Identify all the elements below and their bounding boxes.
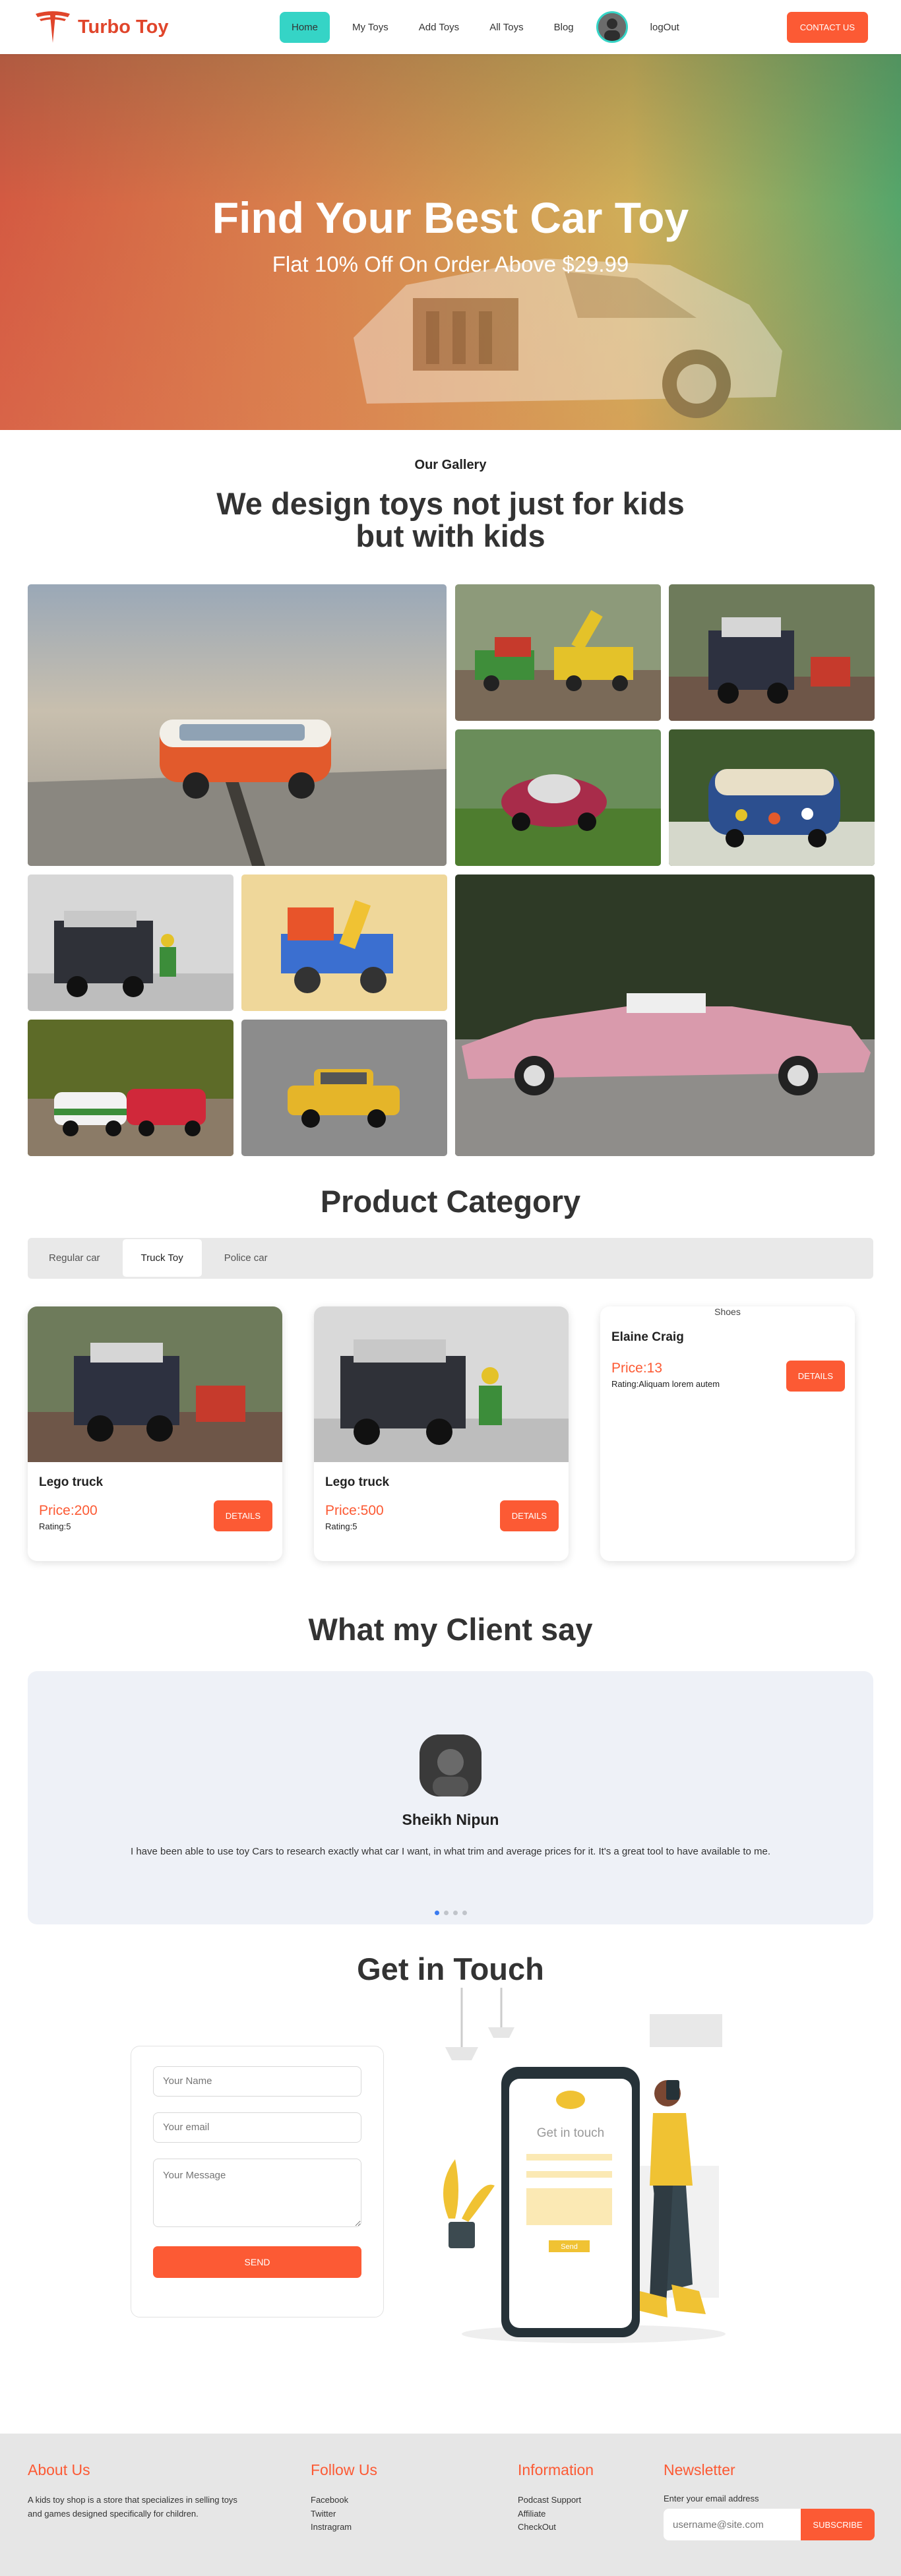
newsletter-label: Enter your email address — [664, 2494, 759, 2503]
phone-send: Send — [561, 2243, 578, 2251]
details-button[interactable]: DETAILS — [786, 1360, 845, 1392]
user-photo-icon — [598, 13, 626, 41]
category-tabs: Regular car Truck Toy Police car — [28, 1237, 873, 1279]
tesla-logo-icon — [36, 11, 70, 43]
slider-dot[interactable] — [434, 1910, 439, 1915]
nav-all-toys[interactable]: All Toys — [482, 13, 531, 42]
gallery-image-vw-bus — [28, 584, 447, 866]
gallery-image-construction-trucks — [455, 584, 661, 721]
hero-banner: Find Your Best Car Toy Flat 10% Off On O… — [0, 54, 901, 430]
details-button[interactable]: DETAILS — [213, 1500, 272, 1531]
broken-image-alt: Shoes — [714, 1306, 741, 1317]
gallery-image-tow-truck — [28, 874, 233, 1011]
nav-my-toys[interactable]: My Toys — [344, 13, 396, 42]
footer-link-instagram[interactable]: Instragram — [311, 2521, 377, 2534]
gallery-section: Our Gallery We design toys not just for … — [0, 430, 901, 1158]
newsletter-title: Newsletter — [664, 2461, 735, 2478]
product-category-section: Product Category Regular car Truck Toy P… — [0, 1183, 901, 1561]
product-card: Lego truck Price:500 Rating:5 DETAILS — [314, 1306, 569, 1561]
hero-subtitle: Flat 10% Off On Order Above $29.99 — [272, 252, 629, 276]
product-card: Lego truck Price:200 Rating:5 DETAILS — [28, 1306, 282, 1561]
product-image — [314, 1306, 569, 1462]
brand-name: Turbo Toy — [78, 16, 169, 38]
phone-title: Get in touch — [537, 2126, 604, 2140]
gallery-image-beetle-car — [455, 729, 661, 866]
logout-link[interactable]: logOut — [642, 13, 687, 42]
follow-title: Follow Us — [311, 2461, 377, 2478]
user-avatar[interactable] — [596, 11, 628, 43]
testimonials-title: What my Client say — [308, 1611, 593, 1647]
message-field[interactable] — [153, 2158, 361, 2227]
testimonial-slider[interactable]: Sheikh Nipun I have been able to use toy… — [28, 1671, 873, 1924]
client-photo-icon — [419, 1734, 482, 1796]
get-in-touch-illustration: Get in touch Send — [443, 1987, 726, 2343]
footer-link-affiliate[interactable]: Affiliate — [518, 2507, 594, 2521]
hero-title: Find Your Best Car Toy — [212, 193, 689, 242]
product-name: Lego truck — [325, 1475, 390, 1489]
contact-us-button[interactable]: CONTACT US — [786, 11, 868, 43]
details-button[interactable]: DETAILS — [499, 1500, 559, 1531]
footer-link-twitter[interactable]: Twitter — [311, 2507, 377, 2521]
nav-add-toys[interactable]: Add Toys — [411, 13, 467, 42]
product-category-title: Product Category — [320, 1183, 581, 1219]
nav-links: Home My Toys Add Toys All Toys Blog logO… — [280, 11, 687, 43]
tab-police-car[interactable]: Police car — [206, 1241, 286, 1275]
newsletter-email-input[interactable] — [664, 2509, 801, 2540]
slider-dots — [28, 1910, 873, 1915]
about-title: About Us — [28, 2461, 90, 2478]
information-title: Information — [518, 2461, 594, 2478]
footer: About Us A kids toy shop is a store that… — [0, 2434, 901, 2576]
gallery-image-yellow-taxi — [241, 1019, 447, 1156]
gallery-eyebrow: Our Gallery — [414, 458, 487, 472]
name-field[interactable] — [153, 2066, 361, 2097]
gallery-image-pink-cadillac — [455, 874, 875, 1156]
gallery-title: We design toys not just for kids but wit… — [216, 486, 685, 554]
subscribe-button[interactable]: SUBSCRIBE — [801, 2509, 875, 2540]
nav-home[interactable]: Home — [280, 11, 330, 43]
footer-link-checkout[interactable]: CheckOut — [518, 2521, 594, 2534]
contact-form: SEND — [131, 2045, 384, 2317]
slider-dot[interactable] — [443, 1910, 449, 1915]
client-quote: I have been able to use toy Cars to rese… — [130, 1845, 771, 1857]
client-name: Sheikh Nipun — [402, 1810, 499, 1828]
tab-regular-car[interactable]: Regular car — [30, 1241, 119, 1275]
gallery-image-toy-tow-truck — [241, 874, 447, 1011]
brand[interactable]: Turbo Toy — [33, 10, 244, 44]
footer-newsletter: Newsletter Enter your email address SUBS… — [664, 2461, 875, 2540]
navbar: Turbo Toy Home My Toys Add Toys All Toys… — [0, 0, 901, 54]
about-text: A kids toy shop is a store that speciali… — [28, 2495, 237, 2519]
product-name: Elaine Craig — [611, 1330, 684, 1344]
slider-dot[interactable] — [462, 1910, 467, 1915]
product-name: Lego truck — [39, 1475, 104, 1489]
client-avatar — [419, 1734, 482, 1796]
contact-title: Get in Touch — [357, 1951, 544, 1986]
footer-link-facebook[interactable]: Facebook — [311, 2494, 377, 2507]
testimonials-section: What my Client say Sheikh Nipun I have b… — [0, 1611, 901, 1924]
gallery-image-police-cars — [28, 1019, 233, 1156]
gallery-image-hippie-bus — [669, 729, 875, 866]
footer-information: Information Podcast Support Affiliate Ch… — [518, 2461, 594, 2534]
slider-dot[interactable] — [452, 1910, 458, 1915]
product-card: Shoes Elaine Craig Price:13 Rating:Aliqu… — [600, 1306, 855, 1561]
product-cards: Lego truck Price:200 Rating:5 DETAILS Le… — [28, 1306, 873, 1561]
gallery-image-lego-truck — [669, 584, 875, 721]
send-button[interactable]: SEND — [153, 2246, 361, 2278]
footer-about: About Us A kids toy shop is a store that… — [28, 2461, 239, 2521]
product-image — [28, 1306, 282, 1462]
footer-follow: Follow Us Facebook Twitter Instragram — [311, 2461, 377, 2534]
gallery-grid — [28, 584, 875, 1158]
footer-link-podcast-support[interactable]: Podcast Support — [518, 2494, 594, 2507]
tab-truck-toy[interactable]: Truck Toy — [122, 1239, 202, 1277]
email-field[interactable] — [153, 2112, 361, 2143]
nav-blog[interactable]: Blog — [546, 13, 582, 42]
contact-section: Get in Touch SEND Get in touch Send — [0, 1951, 901, 2360]
